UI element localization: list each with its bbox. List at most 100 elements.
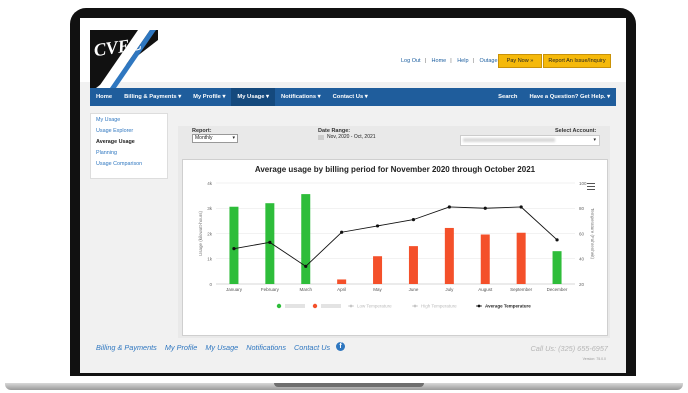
avg-temperature-point	[340, 230, 344, 234]
x-tick-label: January	[226, 287, 243, 292]
call-us-text: Call Us: (325) 655-6957	[530, 344, 608, 353]
nav-search[interactable]: Search	[492, 88, 523, 106]
y-tick-label: 1k	[207, 257, 213, 262]
nav-help[interactable]: Have a Question? Get Help. ▾	[523, 88, 616, 106]
avg-temperature-point	[447, 205, 451, 209]
x-tick-label: September	[510, 287, 533, 292]
avg-temperature-line	[233, 206, 558, 267]
footer-billing-link[interactable]: Billing & Payments	[96, 343, 157, 352]
link-separator: |	[424, 58, 427, 64]
nav-home[interactable]: Home	[90, 88, 118, 106]
header: CVEC Log Out | Home | Help | Outage Map Pay…	[80, 18, 626, 88]
nav-usage[interactable]: My Usage ▾	[231, 88, 275, 106]
report-issue-button[interactable]: Report An Issue/Inquiry	[543, 54, 611, 68]
main-nav: Home Billing & Payments ▾ My Profile ▾ M…	[90, 88, 616, 106]
chevron-down-icon: ▾	[232, 135, 235, 141]
screen: CVEC Log Out | Home | Help | Outage Map Pay…	[80, 18, 626, 373]
y2-tick-label: 100	[579, 181, 587, 186]
x-tick-label: December	[547, 287, 568, 292]
y-tick-label: 0	[209, 282, 212, 287]
y2-tick-label: 40	[579, 257, 585, 262]
y-axis-title: Usage (kilowatt-hours)	[198, 210, 203, 256]
avg-temperature-point	[375, 224, 380, 228]
account-select[interactable]: ▾	[460, 135, 600, 146]
avg-temperature-point	[232, 247, 236, 251]
main-panel: Report: Monthly ▾ Date Range: Nov, 2020 -…	[178, 126, 610, 338]
footer-contact-link[interactable]: Contact Us	[294, 343, 330, 352]
legend-label-redacted	[285, 304, 305, 308]
legend-marker	[312, 303, 318, 309]
x-tick-label: April	[337, 287, 346, 292]
y2-tick-label: 20	[579, 282, 585, 287]
usage-bar	[552, 251, 562, 284]
y-tick-label: 2k	[207, 231, 213, 236]
usage-chart: 0 1k 2k 3k 4k 20 40 60 80 100 Usage (kilowatt-hour…	[198, 181, 595, 309]
x-tick-label: May	[373, 287, 382, 292]
nav-notifications[interactable]: Notifications ▾	[275, 88, 327, 106]
legend-label: High Temperature	[421, 304, 457, 309]
usage-bar	[516, 232, 526, 284]
laptop-notch	[274, 383, 424, 387]
avg-temperature-point	[304, 264, 308, 268]
y-tick-label: 3k	[207, 206, 213, 211]
pay-now-button[interactable]: Pay Now »	[498, 54, 542, 68]
usage-bar	[408, 246, 418, 284]
logout-link[interactable]: Log Out	[401, 58, 421, 64]
footer-profile-link[interactable]: My Profile	[165, 343, 197, 352]
link-separator: |	[450, 58, 452, 64]
usage-bar	[337, 279, 347, 284]
y2-axis-title: Temperature (Fahrenheit)	[590, 208, 595, 260]
nav-contact[interactable]: Contact Us ▾	[327, 88, 374, 106]
help-link[interactable]: Help	[457, 58, 468, 64]
avg-temperature-point	[555, 238, 559, 242]
cvec-logo[interactable]: CVEC	[90, 30, 158, 88]
usage-bar	[301, 194, 311, 284]
calendar-icon[interactable]	[318, 135, 324, 140]
usage-bar	[373, 256, 383, 284]
link-separator: |	[472, 58, 474, 64]
chevron-down-icon: ▾	[593, 137, 596, 143]
usage-bar	[229, 206, 239, 284]
account-value-redacted	[463, 138, 555, 142]
version-text: Version: 75.0.0	[582, 357, 606, 361]
legend-marker	[276, 303, 282, 309]
sidebar-item-usage-comparison[interactable]: Usage Comparison	[91, 158, 167, 169]
sidebar-item-average-usage[interactable]: Average Usage	[91, 136, 167, 147]
y-tick-label: 4k	[207, 181, 213, 186]
footer-usage-link[interactable]: My Usage	[205, 343, 238, 352]
avg-temperature-point	[411, 218, 416, 222]
usage-sidebar: My Usage Usage Explorer Average Usage Pl…	[90, 113, 168, 179]
home-link[interactable]: Home	[432, 58, 447, 64]
nav-profile[interactable]: My Profile ▾	[187, 88, 231, 106]
top-links: Log Out | Home | Help | Outage Map	[399, 58, 512, 64]
sidebar-item-planning[interactable]: Planning	[91, 147, 167, 158]
report-select[interactable]: Monthly ▾	[192, 134, 238, 143]
report-select-value: Monthly	[195, 135, 213, 141]
date-range-value[interactable]: Nov, 2020 - Oct, 2021	[327, 134, 376, 140]
x-tick-label: August	[478, 287, 493, 292]
sidebar-item-usage-explorer[interactable]: Usage Explorer	[91, 125, 167, 136]
x-tick-label: June	[409, 287, 419, 292]
avg-temperature-point	[483, 206, 487, 210]
footer: Billing & Payments My Profile My Usage N…	[90, 341, 616, 361]
avg-temperature-point	[268, 240, 272, 244]
legend-label: Average Temperature	[485, 304, 531, 309]
footer-notifications-link[interactable]: Notifications	[246, 343, 286, 352]
footer-links: Billing & Payments My Profile My Usage N…	[96, 343, 336, 352]
y2-tick-label: 60	[579, 231, 585, 236]
usage-bar	[480, 234, 490, 284]
facebook-icon[interactable]: f	[336, 342, 345, 351]
y2-tick-label: 80	[579, 206, 585, 211]
usage-bar	[444, 227, 454, 284]
account-label: Select Account:	[555, 128, 597, 134]
legend-label-redacted	[321, 304, 341, 308]
legend-label: Low Temperature	[357, 304, 392, 309]
x-tick-label: July	[445, 287, 454, 292]
legend-marker	[477, 304, 481, 308]
x-tick-label: March	[299, 287, 312, 292]
x-tick-label: February	[261, 287, 280, 292]
nav-billing[interactable]: Billing & Payments ▾	[118, 88, 187, 106]
chart-card: Average usage by billing period for Nove…	[182, 159, 608, 336]
sidebar-item-my-usage[interactable]: My Usage	[91, 114, 167, 125]
